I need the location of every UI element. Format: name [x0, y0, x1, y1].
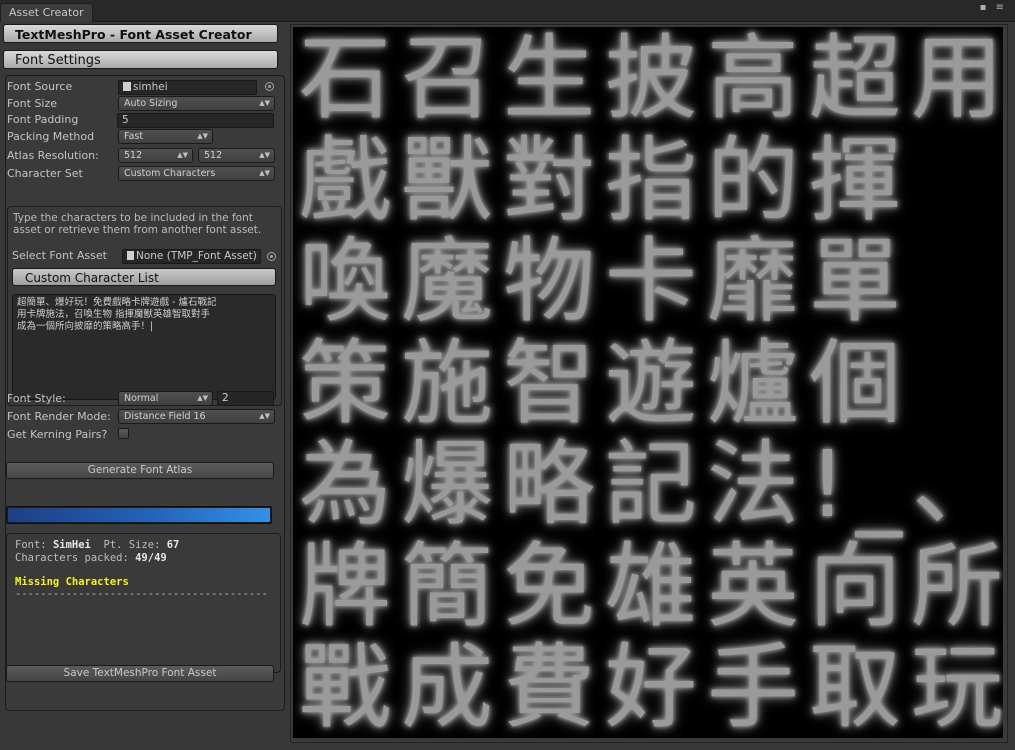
atlas-height-dropdown[interactable]: 512 ▲▼ [198, 148, 275, 163]
custom-characters-input[interactable]: 超簡單、爆好玩！免費戲略卡牌遊戲 - 爐石戰記 用卡牌施法，召喚生物 指揮魔獸英… [12, 294, 276, 400]
font-source-field[interactable]: simhei [118, 80, 257, 95]
window-menu-icon[interactable]: ▪ ≡ [980, 2, 1007, 13]
font-padding-field[interactable]: 5 [117, 113, 274, 128]
font-info-line: Font: SimHei Pt. Size: 67 [15, 539, 179, 551]
atlas-resolution-label: Atlas Resolution: [7, 149, 99, 162]
packing-method-label: Packing Method [7, 130, 95, 143]
custom-character-list-button[interactable]: Custom Character List [12, 268, 276, 286]
render-mode-dropdown[interactable]: Distance Field 16 ▲▼ [118, 409, 275, 424]
atlas-glyph-row: 戲獸對指的揮 [299, 127, 912, 234]
kerning-label: Get Kerning Pairs? [7, 428, 108, 441]
window-title-bar: Asset Creator ▪ ≡ [0, 0, 1015, 22]
font-info-value: SimHei [52, 539, 91, 551]
character-set-value: Custom Characters [124, 168, 216, 179]
generation-info-box: Font: SimHei Pt. Size: 67 Characters pac… [6, 533, 281, 673]
dropdown-arrows-icon: ▲▼ [259, 169, 270, 177]
dropdown-arrows-icon: ▲▼ [259, 151, 270, 159]
object-picker-icon[interactable] [267, 252, 276, 261]
generate-font-atlas-button[interactable]: Generate Font Atlas [6, 462, 274, 479]
atlas-glyph-row: 策施智遊爐個 [299, 330, 912, 437]
pt-size-label: Pt. Size: [90, 539, 167, 551]
info-divider: ---------------------------------------- [15, 588, 268, 600]
font-info-label: Font: [15, 539, 53, 551]
settings-panel: TextMeshPro - Font Asset Creator Font Se… [0, 22, 286, 750]
dropdown-arrows-icon: ▲▼ [177, 151, 188, 159]
packing-method-dropdown[interactable]: Fast ▲▼ [118, 129, 213, 144]
font-size-dropdown[interactable]: Auto Sizing ▲▼ [118, 96, 275, 111]
atlas-preview: 石召生披高超用 戲獸對指的揮 喚魔物卡靡單 策施智遊爐個 為爆略記法!_、 牌簡… [293, 27, 1003, 738]
object-picker-icon[interactable] [265, 82, 274, 91]
creator-title-button[interactable]: TextMeshPro - Font Asset Creator [3, 24, 278, 43]
atlas-glyph-row: 戰成費好手取玩 [299, 634, 1003, 739]
dropdown-arrows-icon: ▲▼ [259, 412, 270, 420]
custom-characters-box: Type the characters to be included in th… [7, 206, 282, 406]
font-settings-button[interactable]: Font Settings [3, 50, 278, 69]
font-padding-label: Font Padding [7, 113, 79, 126]
atlas-glyph-row: 為爆略記法!_、 [299, 431, 1003, 538]
asset-file-icon [127, 251, 134, 260]
packing-method-value: Fast [124, 131, 144, 142]
font-style-dropdown[interactable]: Normal ▲▼ [118, 391, 213, 406]
progress-fill [8, 508, 270, 522]
pt-size-value: 67 [166, 539, 180, 551]
save-font-asset-button[interactable]: Save TextMeshPro Font Asset [6, 665, 274, 682]
missing-characters-heading: Missing Characters [15, 576, 129, 588]
character-set-label: Character Set [7, 167, 83, 180]
packed-label: Characters packed: [15, 552, 136, 564]
font-file-icon [123, 82, 131, 91]
atlas-glyph-row: 喚魔物卡靡單 [299, 228, 912, 335]
dropdown-arrows-icon: ▲▼ [197, 132, 208, 140]
font-source-value: simhei [133, 81, 168, 93]
character-set-dropdown[interactable]: Custom Characters ▲▼ [118, 166, 275, 181]
atlas-width-value: 512 [124, 150, 143, 161]
help-text: Type the characters to be included in th… [13, 212, 262, 236]
generation-progress-bar [6, 506, 272, 524]
font-size-value: Auto Sizing [124, 98, 178, 109]
select-font-asset-value: None (TMP_Font Asset) [136, 250, 257, 262]
atlas-height-value: 512 [204, 150, 223, 161]
dropdown-arrows-icon: ▲▼ [259, 99, 270, 107]
tab-asset-creator[interactable]: Asset Creator [0, 3, 93, 22]
font-style-label: Font Style: [7, 392, 66, 405]
select-font-asset-label: Select Font Asset [12, 249, 107, 262]
font-size-label: Font Size [7, 97, 58, 110]
kerning-checkbox[interactable] [118, 428, 129, 439]
packed-info-line: Characters packed: 49/49 [15, 552, 167, 564]
dropdown-arrows-icon: ▲▼ [197, 394, 208, 402]
atlas-glyph-row: 牌簡免雄英向所 [299, 533, 1003, 640]
atlas-glyph-row: 石召生披高超用 [299, 27, 1003, 132]
font-style-amount-field[interactable]: 2 [217, 391, 274, 406]
font-style-value: Normal [124, 393, 159, 404]
font-source-label: Font Source [7, 80, 73, 93]
render-mode-value: Distance Field 16 [124, 411, 206, 422]
packed-value: 49/49 [135, 552, 167, 564]
select-font-asset-field[interactable]: None (TMP_Font Asset) [122, 249, 261, 264]
render-mode-label: Font Render Mode: [7, 410, 111, 423]
atlas-width-dropdown[interactable]: 512 ▲▼ [118, 148, 193, 163]
